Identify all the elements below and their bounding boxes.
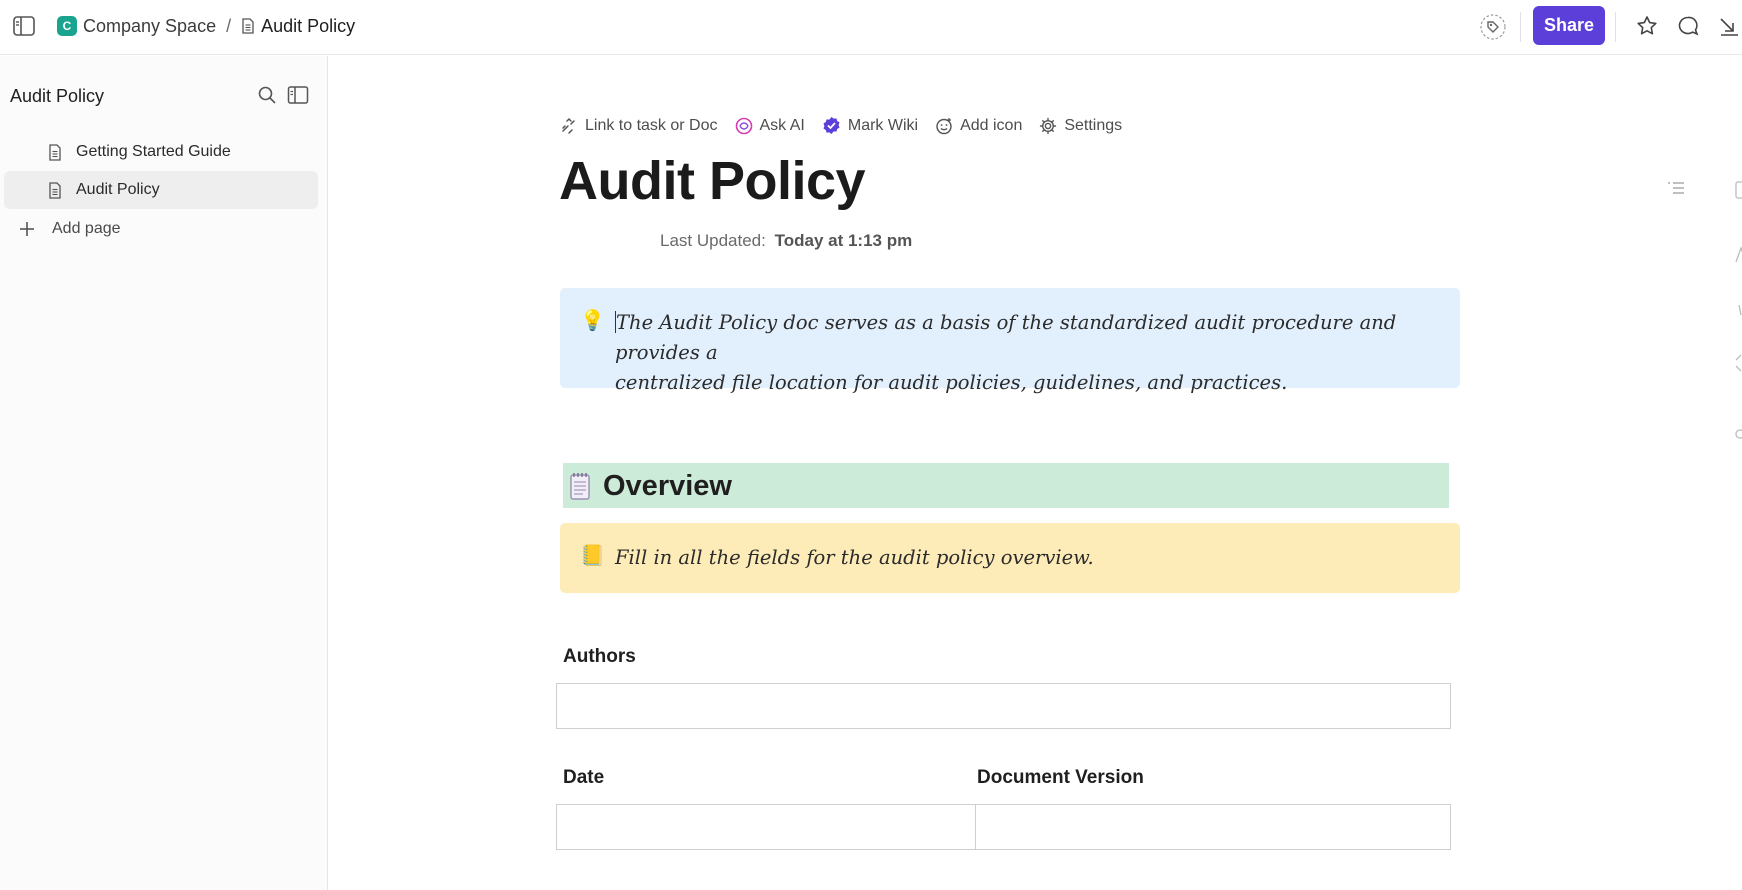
doc-icon — [49, 143, 61, 161]
date-label: Date — [563, 767, 605, 788]
breadcrumb-current-doc[interactable]: Audit Policy — [261, 16, 355, 37]
sidebar-item-audit-policy[interactable]: Audit Policy — [4, 171, 318, 209]
space-avatar[interactable]: C — [57, 16, 77, 36]
sidebar: Audit Policy Getting Started Guide Audit… — [0, 56, 328, 890]
star-icon[interactable] — [1635, 14, 1659, 38]
mark-wiki-label: Mark Wiki — [847, 116, 919, 134]
sidebar-item-label: Audit Policy — [76, 181, 160, 198]
ask-ai-label: Ask AI — [759, 116, 805, 134]
ai-icon — [735, 117, 752, 134]
right-rail-tools[interactable] — [1730, 170, 1742, 450]
verified-badge-icon — [823, 117, 840, 134]
breadcrumb: C Company Space / Audit Policy — [57, 13, 355, 39]
table-of-contents-icon[interactable] — [1666, 180, 1686, 196]
intro-callout-text[interactable]: The Audit Policy doc serves as a basis o… — [615, 308, 1435, 398]
overview-callout-text[interactable]: Fill in all the fields for the audit pol… — [615, 543, 1435, 573]
tag-icon[interactable] — [1480, 14, 1506, 40]
sidebar-item-label: Getting Started Guide — [76, 143, 231, 160]
document-version-field[interactable] — [975, 804, 1451, 850]
sidebar-collapse-icon[interactable] — [287, 85, 309, 105]
ask-ai-button[interactable]: Ask AI — [735, 117, 805, 135]
settings-label: Settings — [1064, 116, 1123, 134]
last-updated-label: Last Updated: — [660, 231, 766, 250]
sidebar-toggle-icon[interactable] — [12, 15, 36, 37]
gear-icon — [1040, 117, 1057, 134]
settings-button[interactable]: Settings — [1039, 117, 1122, 135]
doc-toolbar: Link to task or Doc Ask AI Mark Wiki Add… — [560, 116, 1139, 135]
overview-heading-text: Overview — [603, 470, 732, 502]
link-icon — [562, 117, 575, 134]
last-updated-value: Today at 1:13 pm — [774, 231, 913, 250]
sidebar-item-getting-started[interactable]: Getting Started Guide — [4, 133, 318, 171]
doc-icon — [242, 18, 254, 34]
add-page-button[interactable]: Add page — [18, 220, 121, 238]
notepad-icon — [570, 473, 590, 500]
document-version-label: Document Version — [977, 767, 1144, 788]
link-to-task-label: Link to task or Doc — [585, 116, 718, 134]
notebook-icon: 📒 — [580, 545, 605, 567]
last-updated: Last Updated: Today at 1:13 pm — [660, 231, 912, 251]
comment-icon[interactable] — [1676, 14, 1700, 38]
authors-label: Authors — [563, 646, 636, 667]
plus-icon — [20, 222, 34, 236]
page-title[interactable]: Audit Policy — [559, 150, 866, 212]
authors-field[interactable] — [556, 683, 1451, 729]
search-icon[interactable] — [257, 85, 277, 105]
date-field[interactable] — [556, 804, 976, 850]
smiley-icon — [936, 117, 952, 134]
top-bar: C Company Space / Audit Policy Share — [0, 0, 1742, 55]
breadcrumb-separator: / — [226, 15, 232, 36]
sidebar-title: Audit Policy — [10, 86, 105, 106]
intro-line-1: The Audit Policy doc serves as a basis o… — [615, 311, 1397, 364]
link-to-task-button[interactable]: Link to task or Doc — [560, 117, 718, 135]
divider — [1615, 12, 1616, 42]
add-icon-button[interactable]: Add icon — [935, 117, 1022, 135]
add-page-label: Add page — [52, 220, 121, 237]
intro-callout[interactable]: 💡 The Audit Policy doc serves as a basis… — [560, 288, 1460, 394]
lightbulb-icon: 💡 — [580, 310, 605, 332]
doc-icon — [49, 181, 61, 199]
intro-line-2: centralized file location for audit poli… — [615, 371, 1288, 394]
overview-callout[interactable]: 📒 Fill in all the fields for the audit p… — [560, 523, 1460, 593]
add-icon-label: Add icon — [960, 116, 1023, 134]
breadcrumb-space-link[interactable]: Company Space — [83, 16, 216, 37]
share-button[interactable]: Share — [1533, 6, 1605, 45]
divider — [1520, 12, 1521, 42]
overview-heading[interactable]: Overview — [563, 463, 1449, 508]
collapse-arrow-icon[interactable] — [1716, 14, 1740, 38]
mark-wiki-button[interactable]: Mark Wiki — [822, 116, 918, 135]
